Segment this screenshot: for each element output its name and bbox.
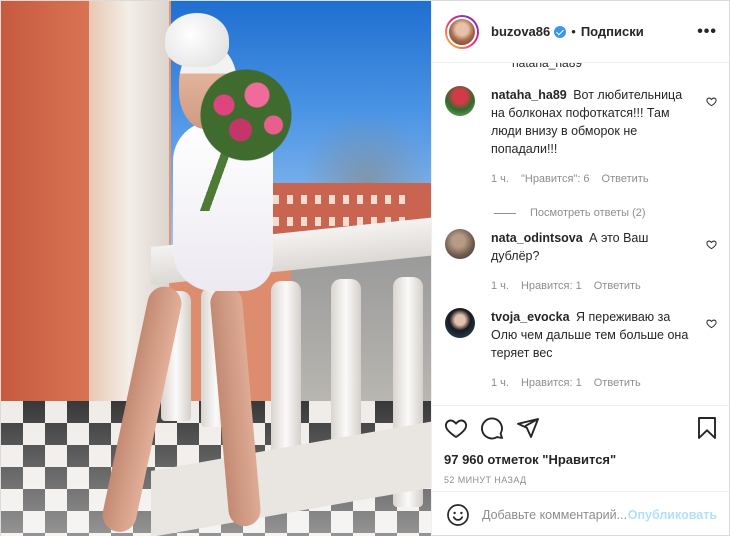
emoji-icon[interactable] xyxy=(446,503,470,527)
post-photo[interactable] xyxy=(1,1,431,536)
comment-likes[interactable]: "Нравится": 6 xyxy=(521,170,590,188)
comment-likes[interactable]: Нравится: 1 xyxy=(521,374,582,392)
comment-likes[interactable]: Нравится: 1 xyxy=(521,277,582,295)
share-paper-plane-icon[interactable] xyxy=(516,416,540,440)
following-button[interactable]: Подписки xyxy=(581,24,644,39)
add-comment-bar: Опубликовать xyxy=(432,491,729,536)
like-comment-heart-icon[interactable] xyxy=(706,318,717,329)
comment-time[interactable]: 1 ч. xyxy=(491,277,509,295)
photo-bouquet xyxy=(191,65,301,165)
like-comment-heart-icon[interactable] xyxy=(706,96,717,107)
commenter-username[interactable]: nataha_ha89 xyxy=(491,88,567,102)
photo-baluster xyxy=(271,281,301,456)
likes-count[interactable]: 97 960 отметок "Нравится" xyxy=(432,449,729,471)
comment-item: tvoja_evocka Я переживаю за Олю чем даль… xyxy=(445,308,717,392)
commenter-avatar[interactable] xyxy=(445,308,475,338)
reply-button[interactable]: Ответить xyxy=(594,277,641,295)
comment-time[interactable]: 1 ч. xyxy=(491,170,509,188)
cut-off-username: nataha_ha89 xyxy=(512,63,583,70)
commenter-username[interactable]: nata_odintsova xyxy=(491,231,583,245)
comments-list[interactable]: nataha_ha89 nataha_ha89 Вот любительница… xyxy=(432,63,729,405)
reply-button[interactable]: Ответить xyxy=(594,374,641,392)
instagram-post: buzova86 • Подписки ••• nataha_ha89 nata… xyxy=(0,0,730,536)
comment-input[interactable] xyxy=(482,507,628,522)
view-replies-button[interactable]: Посмотреть ответы (2) xyxy=(494,207,646,219)
bookmark-icon[interactable] xyxy=(695,416,719,440)
comment-bubble-icon[interactable] xyxy=(480,416,504,440)
reply-button[interactable]: Ответить xyxy=(602,170,649,188)
author-username[interactable]: buzova86 xyxy=(491,24,550,39)
post-side-panel: buzova86 • Подписки ••• nataha_ha89 nata… xyxy=(431,1,729,536)
verified-badge-icon xyxy=(554,25,567,38)
post-timestamp[interactable]: 52 МИНУТ НАЗАД xyxy=(432,471,729,491)
like-heart-icon[interactable] xyxy=(444,416,468,440)
post-comment-button[interactable]: Опубликовать xyxy=(628,508,717,522)
commenter-avatar[interactable] xyxy=(445,86,475,116)
like-comment-heart-icon[interactable] xyxy=(706,239,717,250)
separator-dot: • xyxy=(571,24,576,39)
post-header: buzova86 • Подписки ••• xyxy=(432,1,729,63)
photo-hair-towel xyxy=(165,13,229,67)
comment-item: nata_odintsova А это Ваш дублёр? 1 ч. Нр… xyxy=(445,229,717,295)
view-replies-label: Посмотреть ответы (2) xyxy=(530,207,646,219)
more-options-icon[interactable]: ••• xyxy=(697,23,717,41)
comment-item: nataha_ha89 Вот любительница на болконах… xyxy=(445,86,717,188)
post-actions-bar xyxy=(432,405,729,449)
author-avatar[interactable] xyxy=(445,14,479,49)
comment-time[interactable]: 1 ч. xyxy=(491,374,509,392)
commenter-username[interactable]: tvoja_evocka xyxy=(491,310,570,324)
commenter-avatar[interactable] xyxy=(445,229,475,259)
